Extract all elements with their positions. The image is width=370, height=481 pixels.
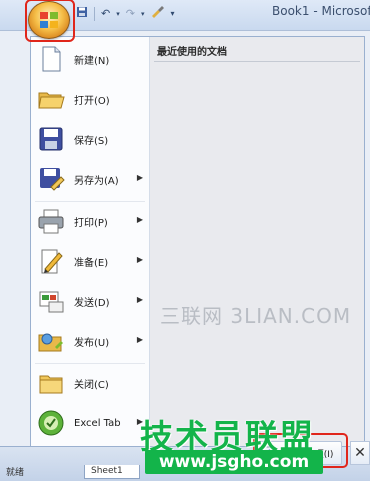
recent-documents-title: 最近使用的文档 <box>157 47 227 58</box>
menu-item-print[interactable]: 打印(P) ▶ <box>37 203 145 239</box>
submenu-arrow-icon: ▶ <box>136 215 143 224</box>
menu-item-publish[interactable]: 发布(U) ▶ <box>37 323 145 359</box>
save-icon[interactable] <box>76 6 88 21</box>
menu-item-label: 关闭(C) <box>74 379 109 391</box>
save-as-icon <box>37 165 65 193</box>
quick-access-toolbar: ↶ ▾ ↷ ▾ ▾ <box>76 6 174 21</box>
office-menu: 新建(N) 打开(O) 保存(S) 另存为(A) ▶ 打印(P) ▶ 准备(E)… <box>30 36 365 448</box>
menu-item-label: 打开(O) <box>74 95 110 107</box>
send-icon <box>37 287 65 315</box>
menu-separator <box>35 363 145 364</box>
menu-item-send[interactable]: 发送(D) ▶ <box>37 283 145 319</box>
menu-item-close[interactable]: 关闭(C) <box>37 365 145 401</box>
redo-icon[interactable]: ↷ <box>126 7 135 20</box>
menu-item-label: Excel Tab <box>74 417 121 429</box>
excel-tab-icon <box>37 409 65 437</box>
menu-item-label: 保存(S) <box>74 135 109 147</box>
new-document-icon <box>37 45 65 73</box>
prepare-icon <box>37 247 65 275</box>
menu-item-label: 准备(E) <box>74 257 109 269</box>
menu-separator <box>35 201 145 202</box>
save-icon <box>37 125 65 153</box>
submenu-arrow-icon: ▶ <box>136 295 143 304</box>
office-button[interactable] <box>28 1 70 39</box>
site-watermark: 三联网 3LIAN.COM <box>160 304 352 328</box>
menu-item-open[interactable]: 打开(O) <box>37 81 145 117</box>
close-folder-icon <box>37 369 65 397</box>
menu-item-label: 发布(U) <box>74 337 110 349</box>
publish-icon <box>37 327 65 355</box>
menu-item-label: 发送(D) <box>74 297 110 309</box>
dropdown-arrow-icon[interactable]: ▾ <box>141 10 145 18</box>
printer-icon <box>37 207 65 235</box>
brush-icon[interactable] <box>150 6 165 21</box>
status-text: 就绪 <box>6 468 25 478</box>
menu-item-prepare[interactable]: 准备(E) ▶ <box>37 243 145 279</box>
customize-icon[interactable]: ▾ <box>170 9 174 18</box>
menu-item-save[interactable]: 保存(S) <box>37 121 145 157</box>
menu-item-label: 新建(N) <box>74 55 110 67</box>
dropdown-arrow-icon[interactable]: ▾ <box>116 10 120 18</box>
recent-documents-panel: 最近使用的文档 <box>150 37 364 447</box>
brand-url-watermark: www.jsgho.com <box>145 450 323 474</box>
submenu-arrow-icon: ▶ <box>136 255 143 264</box>
undo-icon[interactable]: ↶ <box>101 7 110 20</box>
menu-item-label: 另存为(A) <box>74 175 119 187</box>
window-title: Book1 - Microsof <box>272 4 370 18</box>
exit-button[interactable]: ✕ <box>350 441 370 465</box>
toolbar-separator <box>94 6 95 21</box>
menu-item-new[interactable]: 新建(N) <box>37 41 145 77</box>
sheet-tab[interactable]: Sheet1 <box>84 465 140 479</box>
submenu-arrow-icon: ▶ <box>136 335 143 344</box>
menu-item-save-as[interactable]: 另存为(A) ▶ <box>37 161 145 197</box>
open-folder-icon <box>37 85 65 113</box>
menu-item-excel-tab[interactable]: Excel Tab ▶ <box>37 405 145 441</box>
menu-command-list: 新建(N) 打开(O) 保存(S) 另存为(A) ▶ 打印(P) ▶ 准备(E)… <box>31 37 150 447</box>
office-logo-icon <box>40 12 58 28</box>
recent-divider <box>154 61 360 62</box>
submenu-arrow-icon: ▶ <box>136 173 143 182</box>
menu-item-label: 打印(P) <box>74 217 108 229</box>
